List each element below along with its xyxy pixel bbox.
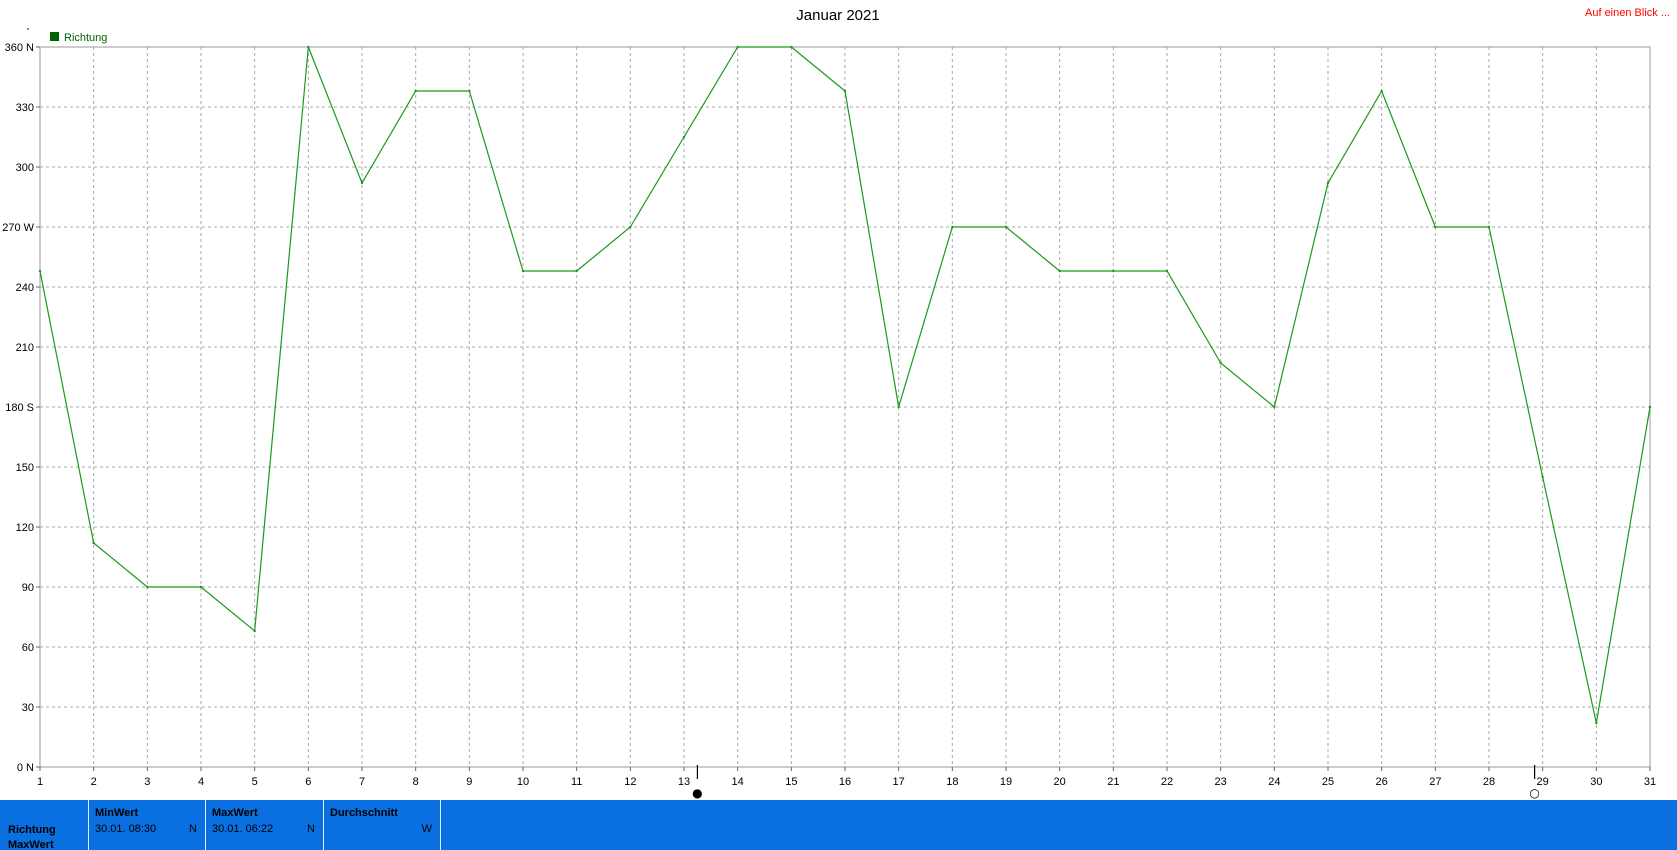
data-point — [1541, 475, 1544, 479]
y-tick-label: 60 — [22, 642, 34, 654]
data-point — [1112, 269, 1115, 273]
data-point — [1487, 225, 1491, 229]
y-tick-label: 270 W — [2, 222, 34, 234]
new-moon-icon: ● — [692, 786, 702, 800]
data-point — [1058, 269, 1061, 273]
data-point — [253, 629, 256, 633]
durchschnitt-unit: W — [421, 823, 432, 835]
x-tick-label: 26 — [1376, 776, 1388, 788]
x-tick-label: 30 — [1590, 776, 1602, 788]
y-axis: 0 N 30 60 90 120 150 180 S 210 240 270 W 300 330 360… — [2, 42, 40, 774]
data-point — [1380, 89, 1383, 93]
x-tick-label: 11 — [571, 776, 582, 788]
data-point — [682, 135, 686, 139]
data-point — [951, 225, 954, 229]
y-tick-label: 300 — [16, 162, 34, 174]
data-point — [468, 89, 471, 93]
minwert-header: MinWert — [95, 807, 139, 819]
stats-panel: Richtung MaxWert MinWert 30.01. 08:30 N … — [0, 800, 1677, 850]
x-tick-label: 28 — [1483, 776, 1495, 788]
y-tick-label: 180 S — [5, 402, 34, 414]
x-tick-label: 17 — [893, 776, 905, 788]
wind-direction-chart: Januar 2021 Auf einen Blick ... Richtung… — [2, 7, 1670, 800]
data-point — [1434, 225, 1437, 229]
x-tick-label: 9 — [466, 776, 472, 788]
x-axis: 1 2 3 4 5 6 7 8 9 10 11 12 13 14 15 16 17 18 19 20 21 22 23 24 2… — [37, 767, 1656, 788]
x-tick-label: 23 — [1215, 776, 1227, 788]
data-point — [1004, 225, 1008, 229]
x-tick-label: 24 — [1268, 776, 1280, 788]
durchschnitt-header: Durchschnitt — [330, 807, 398, 819]
x-tick-label: 8 — [413, 776, 419, 788]
x-tick-label: 4 — [198, 776, 204, 788]
y-tick-label: 240 — [16, 282, 34, 294]
grid — [40, 47, 1650, 767]
y-tick-label: 30 — [22, 702, 34, 714]
x-tick-label: 19 — [1000, 776, 1012, 788]
data-point — [1326, 181, 1330, 185]
data-point — [1219, 361, 1222, 365]
x-tick-label: 16 — [839, 776, 851, 788]
minwert-unit: N — [189, 823, 197, 835]
data-point — [575, 269, 578, 273]
data-point — [92, 541, 95, 545]
data-point — [1165, 269, 1169, 273]
y-tick-label: 330 — [16, 102, 34, 114]
data-point — [360, 181, 364, 185]
data-point — [1648, 405, 1652, 409]
data-point — [1273, 405, 1276, 409]
row-label-maxwert: MaxWert — [8, 839, 54, 850]
data-point — [199, 585, 203, 589]
x-tick-label: 27 — [1429, 776, 1441, 788]
data-point — [1595, 721, 1598, 725]
stats-cell-durchschnitt: Durchschnitt W — [323, 800, 441, 850]
y-tick-label: 120 — [16, 522, 34, 534]
y-tick-label: 0 N — [17, 762, 34, 774]
x-tick-label: 5 — [252, 776, 258, 788]
legend-swatch — [50, 32, 59, 41]
x-tick-label: 25 — [1322, 776, 1334, 788]
maxwert-value: 30.01. 06:22 — [212, 823, 274, 835]
x-tick-label: 15 — [785, 776, 797, 788]
corner-dot-icon — [27, 28, 29, 30]
x-tick-label: 2 — [91, 776, 97, 788]
x-tick-label: 20 — [1054, 776, 1066, 788]
row-label-richtung: Richtung — [8, 824, 56, 836]
data-point — [521, 269, 525, 273]
data-point — [736, 45, 739, 49]
x-tick-label: 1 — [37, 776, 43, 788]
stats-cell-maxwert: MaxWert 30.01. 06:22 N — [205, 800, 323, 850]
full-moon-icon: ○ — [1529, 786, 1539, 800]
maxwert-unit: N — [307, 823, 315, 835]
maxwert-header: MaxWert — [212, 807, 258, 819]
x-tick-label: 13 — [678, 776, 690, 788]
x-tick-label: 10 — [517, 776, 529, 788]
legend-label: Richtung — [64, 32, 107, 44]
x-tick-label: 18 — [946, 776, 958, 788]
x-tick-label: 3 — [144, 776, 150, 788]
minwert-value: 30.01. 08:30 — [95, 823, 157, 835]
data-point — [146, 585, 149, 589]
y-tick-label: 210 — [16, 342, 34, 354]
data-point — [790, 45, 793, 49]
data-point — [414, 89, 417, 93]
data-point — [843, 89, 847, 93]
stats-cell-minwert: MinWert 30.01. 08:30 N — [88, 800, 205, 850]
data-point — [897, 405, 900, 409]
x-tick-label: 6 — [305, 776, 311, 788]
chart-title: Januar 2021 — [796, 7, 879, 24]
x-tick-label: 31 — [1644, 776, 1656, 788]
x-tick-label: 12 — [624, 776, 636, 788]
x-tick-label: 21 — [1107, 776, 1119, 788]
overview-link[interactable]: Auf einen Blick ... — [1585, 7, 1670, 19]
data-point — [38, 269, 42, 273]
data-point — [629, 225, 632, 229]
y-tick-label: 360 N — [5, 42, 34, 54]
x-tick-label: 22 — [1161, 776, 1173, 788]
y-tick-label: 90 — [22, 582, 34, 594]
x-tick-label: 7 — [359, 776, 365, 788]
y-tick-label: 150 — [16, 462, 34, 474]
x-tick-label: 14 — [732, 776, 744, 788]
data-point — [307, 45, 310, 49]
